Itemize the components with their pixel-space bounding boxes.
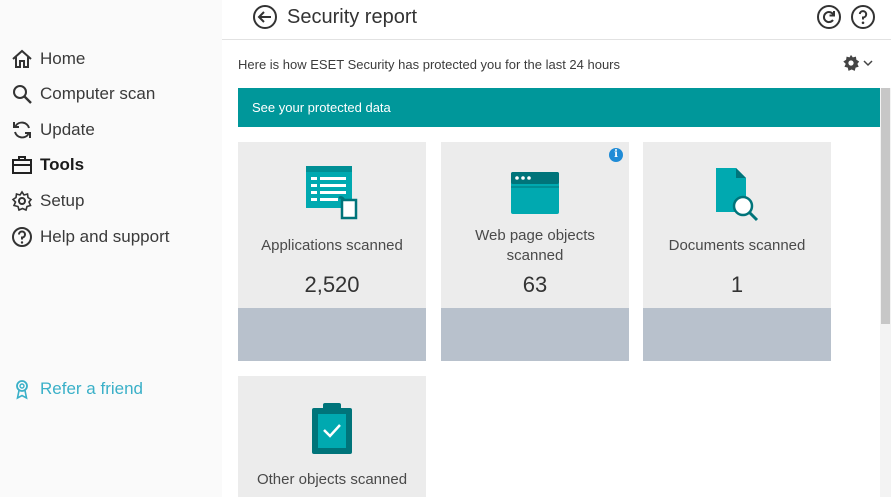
- sidebar: Home Computer scan Update Tools Setup He…: [0, 0, 222, 497]
- award-icon: [10, 377, 34, 401]
- browser-window-icon: [441, 170, 629, 216]
- vertical-scrollbar[interactable]: [880, 88, 891, 497]
- refresh-icon: [817, 5, 841, 29]
- document-search-icon: [643, 166, 831, 222]
- home-icon: [10, 47, 34, 71]
- banner-label: See your protected data: [252, 100, 391, 115]
- sidebar-item-update[interactable]: Update: [10, 116, 95, 144]
- briefcase-icon: [10, 153, 34, 177]
- card-footer-bar: [643, 308, 831, 361]
- sidebar-item-help[interactable]: Help and support: [10, 223, 169, 251]
- sidebar-item-label: Setup: [40, 191, 85, 210]
- help-icon: [10, 225, 34, 249]
- settings-menu-button[interactable]: [842, 53, 878, 73]
- card-footer-bar: [441, 308, 629, 361]
- sidebar-item-label: Tools: [40, 155, 85, 174]
- card-label: Web page objects scanned: [475, 227, 595, 264]
- other-objects-scanned-card[interactable]: Other objects scanned: [238, 376, 426, 497]
- scrollbar-thumb[interactable]: [881, 88, 890, 324]
- sidebar-item-computer-scan[interactable]: Computer scan: [10, 80, 155, 108]
- card-value: 2,520: [304, 272, 360, 297]
- sidebar-item-label: Help and support: [40, 227, 170, 246]
- clipboard-check-icon: [238, 400, 426, 456]
- card-label: Documents scanned: [668, 237, 806, 254]
- help-button[interactable]: [850, 4, 876, 30]
- refresh-icon: [10, 118, 34, 142]
- sidebar-item-label: Computer scan: [40, 84, 156, 103]
- search-icon: [10, 82, 34, 106]
- card-value: 63: [522, 272, 548, 297]
- refresh-button[interactable]: [816, 4, 842, 30]
- card-value: 1: [730, 272, 744, 297]
- gear-icon: [843, 54, 860, 71]
- page-title: Security report: [287, 6, 418, 28]
- main-panel: Security report Here is how ESET Securit…: [222, 0, 891, 497]
- sidebar-item-label: Home: [40, 49, 86, 68]
- info-icon[interactable]: i: [609, 148, 623, 162]
- applications-scanned-card[interactable]: Applications scanned 2,520: [238, 142, 426, 361]
- header: Security report: [222, 0, 891, 40]
- see-protected-data-banner[interactable]: See your protected data: [238, 88, 881, 127]
- gear-icon: [10, 189, 34, 213]
- report-description: Here is how ESET Security has protected …: [238, 57, 621, 72]
- sidebar-item-label: Update: [40, 120, 95, 139]
- card-label: Other objects scanned: [256, 471, 408, 488]
- help-icon: [851, 5, 875, 29]
- sidebar-item-home[interactable]: Home: [10, 45, 85, 73]
- sidebar-item-tools[interactable]: Tools: [10, 151, 84, 179]
- card-label: Applications scanned: [261, 237, 403, 254]
- refer-a-friend-label: Refer a friend: [40, 379, 143, 398]
- documents-scanned-card[interactable]: Documents scanned 1: [643, 142, 831, 361]
- application-list-icon: [238, 164, 426, 220]
- back-arrow-icon: [253, 5, 277, 29]
- sidebar-item-setup[interactable]: Setup: [10, 187, 84, 215]
- back-button[interactable]: [252, 4, 278, 30]
- card-footer-bar: [238, 308, 426, 361]
- web-page-objects-scanned-card[interactable]: i Web page objects scanned 63: [441, 142, 629, 361]
- chevron-down-icon: [863, 60, 873, 67]
- refer-a-friend-link[interactable]: Refer a friend: [10, 375, 143, 403]
